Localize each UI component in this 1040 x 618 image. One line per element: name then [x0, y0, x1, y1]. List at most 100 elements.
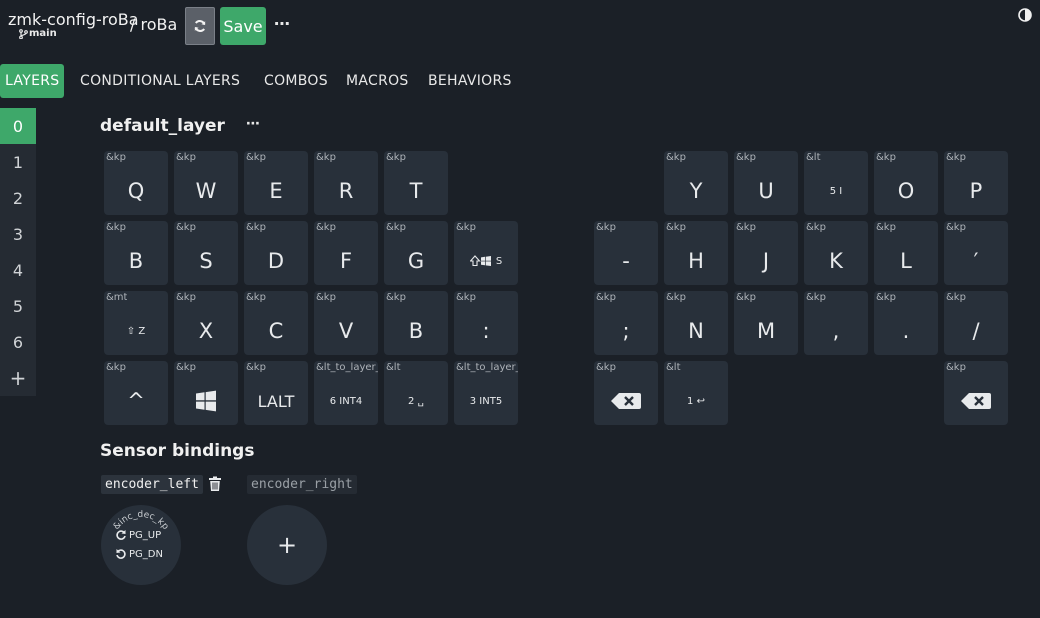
tab-behaviors[interactable]: BEHAVIORS: [428, 64, 512, 98]
key[interactable]: &kp S: [454, 221, 518, 285]
key[interactable]: &lt 5 I: [804, 151, 868, 215]
key[interactable]: &kp P: [944, 151, 1008, 215]
key[interactable]: &kp F: [314, 221, 378, 285]
add-sensor-binding-button[interactable]: +: [247, 505, 327, 585]
key-behavior: &kp: [176, 362, 196, 373]
key[interactable]: &kp G: [384, 221, 448, 285]
key-behavior: &kp: [666, 152, 686, 163]
key[interactable]: &kp.: [874, 291, 938, 355]
encoder-left-tab[interactable]: encoder_left: [101, 475, 203, 494]
key[interactable]: &kp W: [174, 151, 238, 215]
key[interactable]: &kp: [944, 361, 1008, 425]
key[interactable]: &kp Q: [104, 151, 168, 215]
key[interactable]: &kp: [174, 361, 238, 425]
key[interactable]: &kp;: [594, 291, 658, 355]
layer-item-1[interactable]: 1: [0, 144, 36, 180]
layer-item-3[interactable]: 3: [0, 216, 36, 252]
key[interactable]: &kp ′: [944, 221, 1008, 285]
key[interactable]: &kp V: [314, 291, 378, 355]
contrast-icon[interactable]: [1018, 7, 1032, 22]
key[interactable]: &kp R: [314, 151, 378, 215]
key-behavior: &kp: [316, 152, 336, 163]
key[interactable]: &kp T: [384, 151, 448, 215]
key[interactable]: &kp K: [804, 221, 868, 285]
key-label: V: [338, 319, 354, 343]
key[interactable]: &kp H: [664, 221, 728, 285]
layer-item-0[interactable]: 0: [0, 108, 36, 144]
key[interactable]: &kp C: [244, 291, 308, 355]
repo-name[interactable]: zmk-config-roBa: [8, 10, 139, 29]
layer-item-6[interactable]: 6: [0, 324, 36, 360]
key[interactable]: &lt_to_layer_0 6 INT4: [314, 361, 378, 425]
key-label: 3 INT5: [469, 395, 503, 407]
key-label: :: [482, 319, 490, 343]
backspace-icon: [611, 392, 641, 410]
key-label: N: [688, 319, 704, 343]
key[interactable]: &kp N: [664, 291, 728, 355]
layer-item-4[interactable]: 4: [0, 252, 36, 288]
key[interactable]: &kp,: [804, 291, 868, 355]
key[interactable]: &kp:: [454, 291, 518, 355]
key[interactable]: &lt_to_layer_0 3 INT5: [454, 361, 518, 425]
refresh-icon: [194, 20, 206, 32]
add-layer-button[interactable]: +: [0, 360, 36, 396]
key[interactable]: &kp L: [874, 221, 938, 285]
key-label: B: [408, 319, 424, 343]
key-label: F: [339, 249, 353, 273]
key-behavior: &kp: [386, 222, 406, 233]
key-behavior: &lt_to_layer_0: [456, 362, 518, 373]
key-behavior: &kp: [666, 292, 686, 303]
key[interactable]: &kp LALT: [244, 361, 308, 425]
layer-item-5[interactable]: 5: [0, 288, 36, 324]
save-button[interactable]: Save: [220, 7, 266, 45]
trash-icon[interactable]: [208, 476, 222, 492]
key[interactable]: &kp D: [244, 221, 308, 285]
key[interactable]: &kp E: [244, 151, 308, 215]
layer-more-button[interactable]: ⋯: [246, 116, 260, 132]
key[interactable]: &kp S: [174, 221, 238, 285]
key-behavior: &kp: [106, 222, 126, 233]
key[interactable]: &kp: [594, 361, 658, 425]
key-label: C: [268, 319, 284, 343]
key[interactable]: &lt 1 ↩: [664, 361, 728, 425]
key[interactable]: &kp B: [384, 291, 448, 355]
layer-item-2[interactable]: 2: [0, 180, 36, 216]
key[interactable]: &kp -: [594, 221, 658, 285]
key-behavior: &kp: [946, 152, 966, 163]
encoder-right-knob[interactable]: +: [247, 505, 327, 585]
key-label: 1 ↩: [687, 395, 705, 407]
encoder-left-knob[interactable]: &inc_dec_kp PG_UP PG_DN: [101, 505, 181, 585]
tab-conditional-layers[interactable]: CONDITIONAL LAYERS: [80, 64, 240, 98]
key[interactable]: &kp X: [174, 291, 238, 355]
more-options-button[interactable]: ⋯: [274, 14, 290, 33]
key-behavior: &kp: [176, 292, 196, 303]
key[interactable]: &kp ^: [104, 361, 168, 425]
key[interactable]: &kp J: [734, 221, 798, 285]
key-label: G: [407, 249, 425, 273]
key-label: ′: [973, 249, 979, 273]
key-label: LALT: [257, 391, 295, 411]
key[interactable]: &kp Y: [664, 151, 728, 215]
key[interactable]: &kp B: [104, 221, 168, 285]
tab-layers[interactable]: LAYERS: [0, 64, 65, 98]
key-behavior: &kp: [176, 152, 196, 163]
branch-name: main: [29, 28, 57, 39]
key[interactable]: &lt 2 ␣: [384, 361, 448, 425]
key-label: ,: [832, 319, 840, 343]
key-label: O: [897, 179, 915, 203]
encoder-right-tab[interactable]: encoder_right: [247, 475, 357, 494]
key-label: /: [972, 319, 980, 343]
tab-combos[interactable]: COMBOS: [264, 64, 328, 98]
branch-indicator[interactable]: main: [18, 28, 57, 39]
key-label: X: [198, 319, 214, 343]
key[interactable]: &kp U: [734, 151, 798, 215]
key[interactable]: &kp M: [734, 291, 798, 355]
key-label: S: [454, 238, 518, 284]
key-label: Y: [689, 179, 703, 203]
key[interactable]: &mt ⇧ Z: [104, 291, 168, 355]
tab-macros[interactable]: MACROS: [346, 64, 409, 98]
key[interactable]: &kp O: [874, 151, 938, 215]
layer-title[interactable]: default_layer: [100, 116, 225, 136]
refresh-button[interactable]: [185, 7, 215, 45]
key[interactable]: &kp /: [944, 291, 1008, 355]
